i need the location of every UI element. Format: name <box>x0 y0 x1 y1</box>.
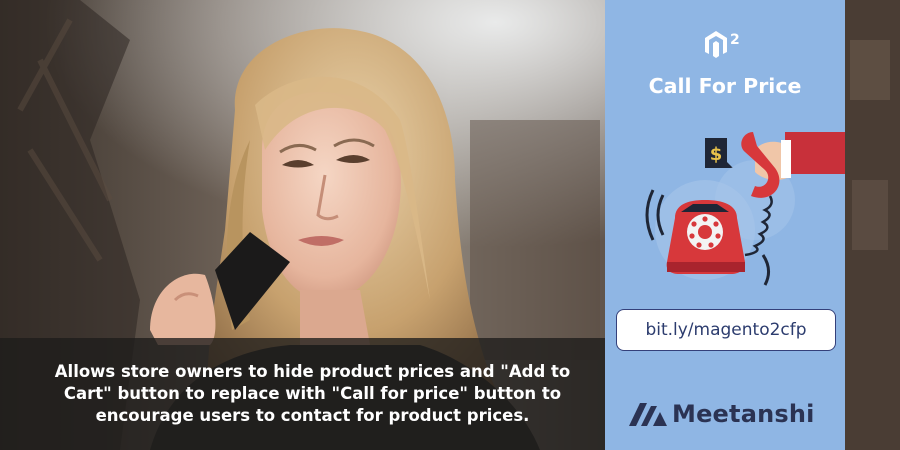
panel-artwork: 2 $ <box>645 31 845 286</box>
brand-logo: Meetanshi <box>627 394 815 434</box>
price-tag-symbol: $ <box>710 144 723 165</box>
rotary-phone-icon <box>666 200 745 274</box>
promo-banner: Allows store owners to hide product pric… <box>0 0 900 450</box>
feature-description: Allows store owners to hide product pric… <box>54 362 571 425</box>
price-tag-icon: $ <box>705 138 733 168</box>
meetanshi-logo-icon <box>629 403 667 426</box>
hand-receiver-icon <box>741 132 845 198</box>
caption-bar: Allows store owners to hide product pric… <box>0 338 605 450</box>
panel-title: Call For Price <box>648 74 802 98</box>
logo-superscript: 2 <box>730 32 740 48</box>
short-link[interactable]: bit.ly/magento2cfp <box>616 309 836 351</box>
side-panel: 2 $ Call For Price bit.ly/magento2cfp Me… <box>605 0 845 450</box>
magento-logo-icon <box>705 31 727 58</box>
brand-name: Meetanshi <box>672 400 815 428</box>
